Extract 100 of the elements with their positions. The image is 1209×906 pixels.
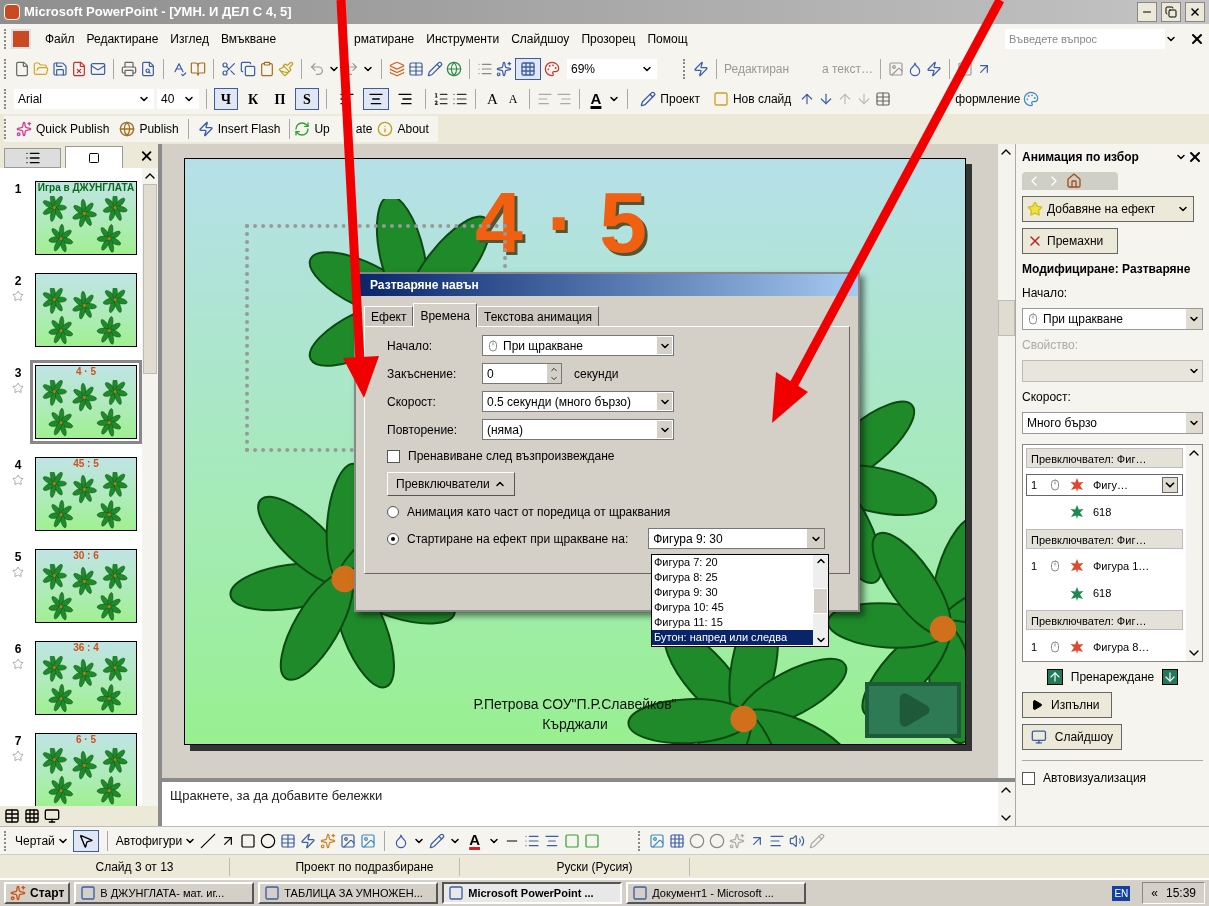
scrollbar-thumb[interactable] [998,300,1015,336]
start-button[interactable]: Старт [4,882,71,904]
font-combo[interactable]: Arial [14,89,154,109]
design-button[interactable]: Проект [635,88,705,110]
oval-icon[interactable] [260,832,277,849]
numbered-list-icon[interactable] [433,91,449,107]
notes-input[interactable]: Щракнете, за да добавите бележки [162,786,998,806]
insert-picture-icon[interactable] [649,832,666,849]
effect-item[interactable]: 1 Фигу… [1026,474,1183,496]
minimize-button[interactable] [1137,2,1157,22]
font-color-button[interactable]: A [586,87,606,111]
close-icon[interactable] [1187,149,1203,165]
normal-view-icon[interactable] [4,808,20,824]
document-icon[interactable] [11,29,31,49]
restore-button[interactable] [1161,2,1181,22]
outline-tab[interactable] [4,148,62,168]
effect-item[interactable]: 1 Фигура 1… [1026,555,1183,577]
slideshow-button[interactable]: Слайдшоу [1022,724,1122,750]
list-option[interactable]: Бутон: напред или следва [652,630,813,645]
dropdown[interactable]: 0.5 секунди (много бързо) [482,391,674,412]
move-down-icon[interactable] [1162,669,1179,685]
background-icon[interactable] [1023,91,1040,107]
add-effect-button[interactable]: Добавяне на ефект [1022,196,1194,222]
list-option[interactable]: Фигура 7: 20 [652,555,813,570]
taskbar-button[interactable]: Microsoft PowerPoint ... [442,882,623,904]
radio-button[interactable] [387,532,399,545]
toolbar-grip[interactable] [638,830,642,851]
save-icon[interactable] [52,61,68,77]
scrollbar[interactable] [998,144,1015,778]
taskbar-button[interactable]: Документ1 - Microsoft ... [626,882,807,904]
menu-item[interactable]: Помощ [641,30,694,48]
quick-publish-button[interactable]: Quick Publish [11,118,115,140]
print-preview-icon[interactable] [140,61,156,77]
effect-item[interactable]: 618 [1026,582,1183,605]
align-button[interactable] [363,88,389,110]
language-indicator[interactable]: EN [1112,885,1131,901]
style-button[interactable]: S [295,88,319,110]
color-icon[interactable] [544,61,560,77]
slides-tab[interactable] [65,146,123,168]
trigger-header[interactable]: Превключвател: Фиг… [1026,529,1183,550]
move-up-icon[interactable] [1046,669,1063,685]
triggers-button[interactable]: Превключватели [387,472,515,496]
menu-item[interactable]: Изглед [164,30,215,48]
toolbar-grip[interactable] [4,89,7,109]
help-search-field[interactable]: Въведете въпрос [1005,29,1165,49]
home-icon[interactable] [1066,173,1082,189]
printer-icon[interactable] [121,61,137,77]
autoshapes-menu[interactable]: Автофигури [115,831,197,850]
taskbar-button[interactable]: ТАБЛИЦА ЗА УМНОЖЕН... [258,882,439,904]
toolbar-grip[interactable] [4,59,7,79]
publish-button[interactable]: Publish [114,118,184,140]
toolbar-text[interactable]: Up [314,120,330,138]
checkbox[interactable] [1022,771,1035,785]
scrollbar[interactable] [998,782,1015,826]
menu-item[interactable]: Инструменти [420,30,506,48]
menu-item[interactable]: Прозорец [575,30,642,48]
scrollbar[interactable] [1186,445,1202,661]
globe-icon[interactable] [446,61,462,77]
cut-icon[interactable] [221,61,237,77]
font-color-button[interactable]: A [465,829,485,852]
dialog-tab[interactable]: Времена [413,303,477,327]
copy-icon[interactable] [240,61,256,77]
trigger-dropdown[interactable]: Фигура 9: 30 [648,528,826,549]
speed-dropdown[interactable]: Много бързо [1022,412,1203,434]
paste-icon[interactable] [259,61,275,77]
scrollbar-thumb[interactable] [143,184,157,374]
close-button[interactable] [1185,2,1205,22]
new-slide-button[interactable]: Нов слайд [707,88,797,110]
trigger-header[interactable]: Превключвател: Фиг… [1026,448,1183,468]
table-icon[interactable] [408,61,424,77]
font-size-combo[interactable]: 40 [157,89,199,109]
toolbar-grip[interactable] [683,59,686,79]
new-document-icon[interactable] [14,61,30,77]
select-button[interactable] [72,829,99,852]
menu-item[interactable]: Редактиране [80,30,165,48]
taskbar-button[interactable]: В ДЖУНГЛАТА- мат. иг... [74,882,255,904]
slide-sorter-icon[interactable] [24,808,40,824]
menu-item[interactable]: Файл [39,30,81,48]
toolbar-grip[interactable] [4,119,7,139]
zoom-combo[interactable]: 69% [567,59,657,79]
checkbox[interactable] [387,449,400,463]
play-button[interactable]: Изпълни [1022,692,1112,718]
pencil-icon[interactable] [427,61,443,77]
refresh-icon[interactable] [294,121,311,137]
mail-icon[interactable] [90,61,106,77]
radio-button[interactable] [387,506,399,518]
dialog-tab[interactable]: Ефект [364,306,414,326]
effect-item[interactable]: 618 [1026,501,1183,524]
dialog-tab[interactable]: Текстова анимация [477,306,599,326]
notes-field[interactable]: Щракнете, за да добавите бележки [162,782,998,826]
effect-item[interactable]: 1 Фигура 8… [1026,636,1183,658]
scrollbar[interactable] [142,168,158,806]
close-document-icon[interactable] [1189,31,1205,47]
slideshow-view-icon[interactable] [44,808,60,824]
toolbar-grip[interactable] [4,29,7,49]
spellcheck-icon[interactable] [171,61,187,77]
dropdown[interactable]: При щракване [482,335,674,356]
show-hidden-icons[interactable]: « [1151,884,1158,902]
toolbar-text[interactable]: формление [955,90,1021,108]
toolbar-grip[interactable] [4,830,7,851]
